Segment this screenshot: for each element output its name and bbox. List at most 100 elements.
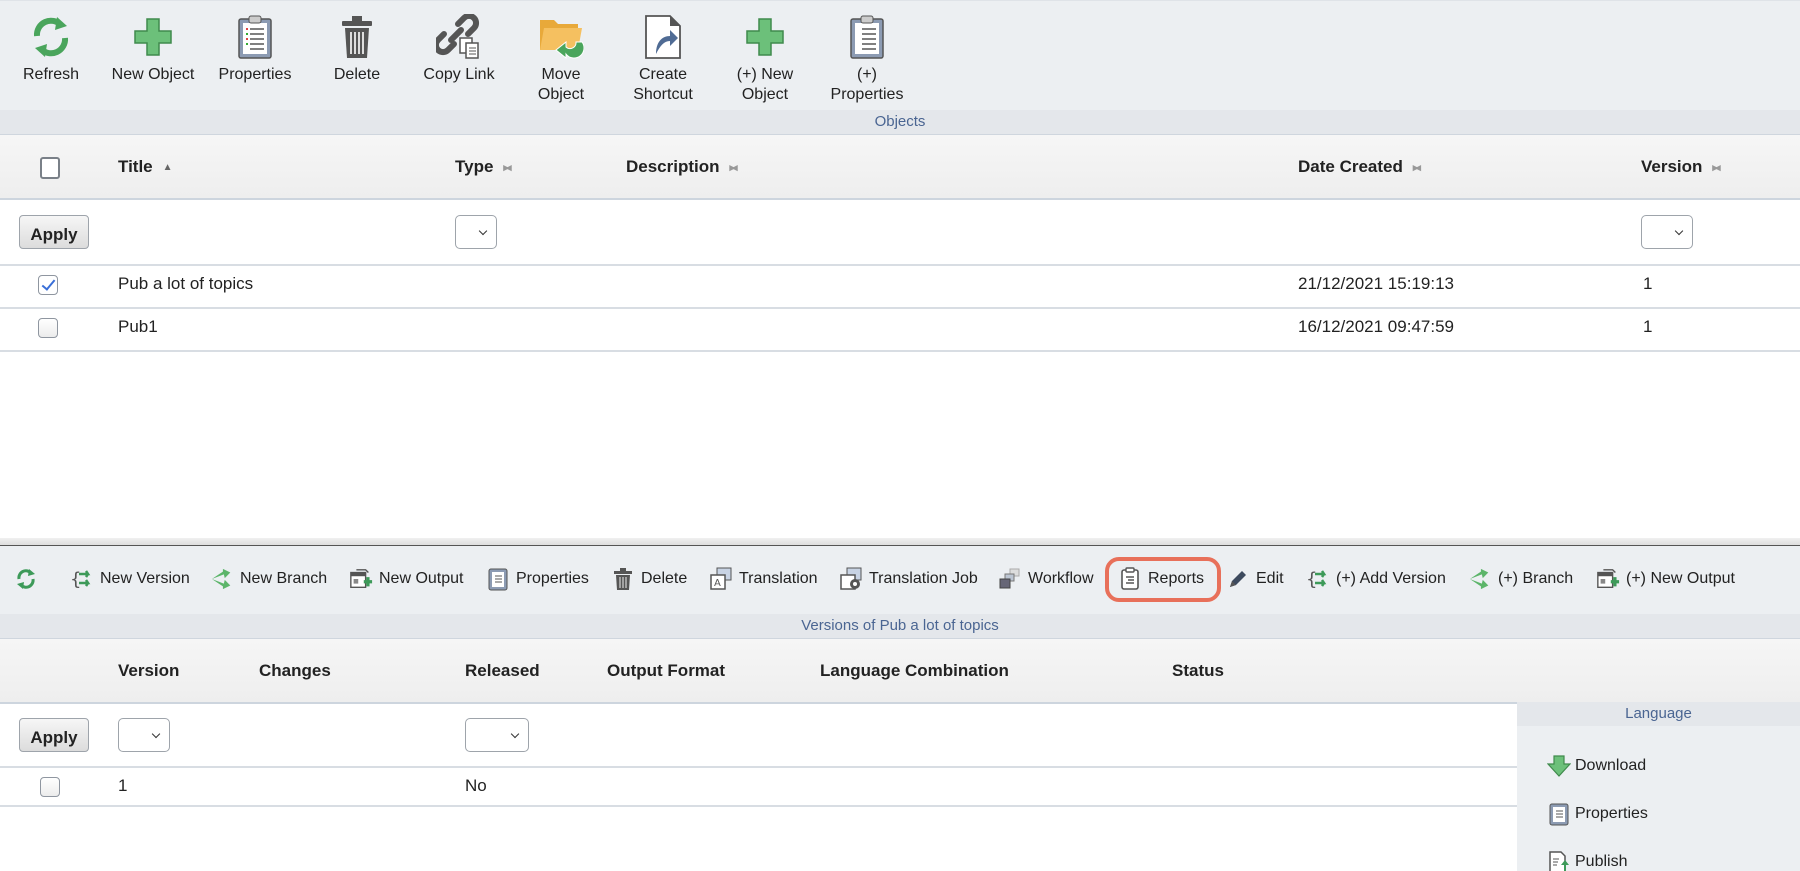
versions-delete-button[interactable]: Delete <box>611 566 687 592</box>
new-branch-button[interactable]: New Branch <box>210 566 327 592</box>
plus-branch-button[interactable]: (+) Branch <box>1468 566 1573 592</box>
type-filter-select[interactable] <box>455 215 497 249</box>
row-checkbox[interactable] <box>40 777 60 797</box>
objects-toolbar: Refresh New Object Properties Delete Cop… <box>0 0 1800 110</box>
properties-label: Properties <box>218 66 292 83</box>
workflow-label: Workflow <box>1028 570 1094 587</box>
versions-refresh-button[interactable] <box>14 566 44 592</box>
publish-icon <box>1547 850 1571 871</box>
column-date-created[interactable]: Date Created ▸◂ <box>1298 157 1421 177</box>
table-row[interactable]: Pub1 16/12/2021 09:47:59 1 <box>0 309 1800 352</box>
plus-new-object-button[interactable]: (+) New Object <box>715 13 815 105</box>
versions-version-filter-select[interactable] <box>118 718 170 752</box>
reports-button[interactable]: Reports <box>1118 566 1204 592</box>
copy-link-button[interactable]: Copy Link <box>409 13 509 85</box>
reports-icon <box>1118 567 1142 591</box>
svg-text:{: { <box>70 569 81 590</box>
objects-section-title: Objects <box>0 110 1800 134</box>
row-title: Pub a lot of topics <box>118 274 254 293</box>
select-all-checkbox[interactable] <box>40 157 60 179</box>
delete-label: Delete <box>333 66 381 83</box>
new-version-icon: { <box>1306 567 1330 591</box>
shortcut-icon <box>640 13 686 61</box>
new-output-button[interactable]: New Output <box>349 566 463 592</box>
column-status[interactable]: Status <box>1172 661 1224 681</box>
language-properties-button[interactable]: Properties <box>1547 802 1648 826</box>
workflow-button[interactable]: Workflow <box>998 566 1094 592</box>
version-filter-select[interactable] <box>1641 215 1693 249</box>
pane-splitter[interactable] <box>0 538 1800 546</box>
svg-text:{: { <box>1306 569 1317 590</box>
versions-properties-button[interactable]: Properties <box>486 566 589 592</box>
publish-button[interactable]: Publish <box>1547 850 1627 871</box>
sort-none-icon: ▸◂ <box>729 161 738 174</box>
new-version-button[interactable]: { New Version <box>70 566 190 592</box>
versions-released-filter-select[interactable] <box>465 718 529 752</box>
translation-icon: A <box>709 567 733 591</box>
sort-none-icon: ▸◂ <box>1712 161 1720 174</box>
row-released: No <box>465 776 487 795</box>
objects-filter-row: Apply <box>0 200 1800 266</box>
translation-job-button[interactable]: Translation Job <box>839 566 978 592</box>
new-output-icon <box>1596 567 1620 591</box>
column-date-created-label: Date Created <box>1298 157 1403 176</box>
properties-button[interactable]: Properties <box>205 13 305 85</box>
plus-icon <box>130 13 176 61</box>
row-checkbox[interactable] <box>38 275 58 295</box>
versions-filter-row: Apply <box>0 704 1517 768</box>
table-row[interactable]: 1 No <box>0 768 1517 807</box>
plus-properties-button[interactable]: (+) Properties <box>817 13 917 105</box>
column-title-label: Title <box>118 157 153 176</box>
create-shortcut-button[interactable]: Create Shortcut <box>613 13 713 105</box>
column-language-combination[interactable]: Language Combination <box>820 661 1009 681</box>
move-object-button[interactable]: Move Object <box>511 13 611 105</box>
refresh-icon <box>28 13 74 61</box>
column-version[interactable]: Version <box>118 661 179 681</box>
new-object-button[interactable]: New Object <box>103 13 203 85</box>
row-checkbox[interactable] <box>38 318 58 338</box>
column-version[interactable]: Version ▸◂ <box>1641 157 1720 177</box>
row-title: Pub1 <box>118 317 158 336</box>
column-description-label: Description <box>626 157 720 176</box>
column-type[interactable]: Type ▸◂ <box>455 157 511 177</box>
column-description[interactable]: Description ▸◂ <box>626 157 738 177</box>
publish-label: Publish <box>1575 853 1628 870</box>
column-version-label: Version <box>1641 157 1703 176</box>
column-changes[interactable]: Changes <box>259 661 331 681</box>
new-output-label: New Output <box>379 570 464 587</box>
new-version-label: New Version <box>100 570 190 587</box>
plus-new-output-button[interactable]: (+) New Output <box>1596 566 1735 592</box>
column-title[interactable]: Title ▲ <box>118 157 173 177</box>
add-version-button[interactable]: { (+) Add Version <box>1306 566 1446 592</box>
translation-job-label: Translation Job <box>869 570 978 587</box>
refresh-icon <box>14 567 38 591</box>
versions-delete-label: Delete <box>641 570 688 587</box>
row-version: 1 <box>118 776 128 795</box>
clipboard-icon <box>486 567 510 591</box>
versions-apply-filter-button[interactable]: Apply <box>19 718 89 752</box>
folder-move-icon <box>538 13 584 61</box>
apply-filter-button[interactable]: Apply <box>19 215 89 249</box>
plus-new-output-label: (+) New Output <box>1626 570 1735 587</box>
download-button[interactable]: Download <box>1547 754 1646 778</box>
language-panel-title: Language <box>1517 702 1800 726</box>
download-icon <box>1547 754 1571 778</box>
column-output-format[interactable]: Output Format <box>607 661 725 681</box>
new-object-label: New Object <box>111 66 195 83</box>
clipboard-icon <box>232 13 278 61</box>
table-row[interactable]: Pub a lot of topics 21/12/2021 15:19:13 … <box>0 266 1800 309</box>
edit-button[interactable]: Edit <box>1226 566 1284 592</box>
edit-label: Edit <box>1256 570 1284 587</box>
create-shortcut-label: Create Shortcut <box>633 66 693 103</box>
svg-text:A: A <box>714 578 721 589</box>
refresh-button[interactable]: Refresh <box>1 13 101 85</box>
row-date-created: 16/12/2021 09:47:59 <box>1298 317 1454 336</box>
delete-button[interactable]: Delete <box>307 13 407 85</box>
language-properties-label: Properties <box>1575 805 1648 822</box>
column-released[interactable]: Released <box>465 661 540 681</box>
new-version-icon: { <box>70 567 94 591</box>
move-object-label: Move Object <box>537 66 585 103</box>
plus-icon <box>742 13 788 61</box>
plus-new-object-label: (+) New Object <box>736 66 794 103</box>
translation-button[interactable]: A Translation <box>709 566 818 592</box>
